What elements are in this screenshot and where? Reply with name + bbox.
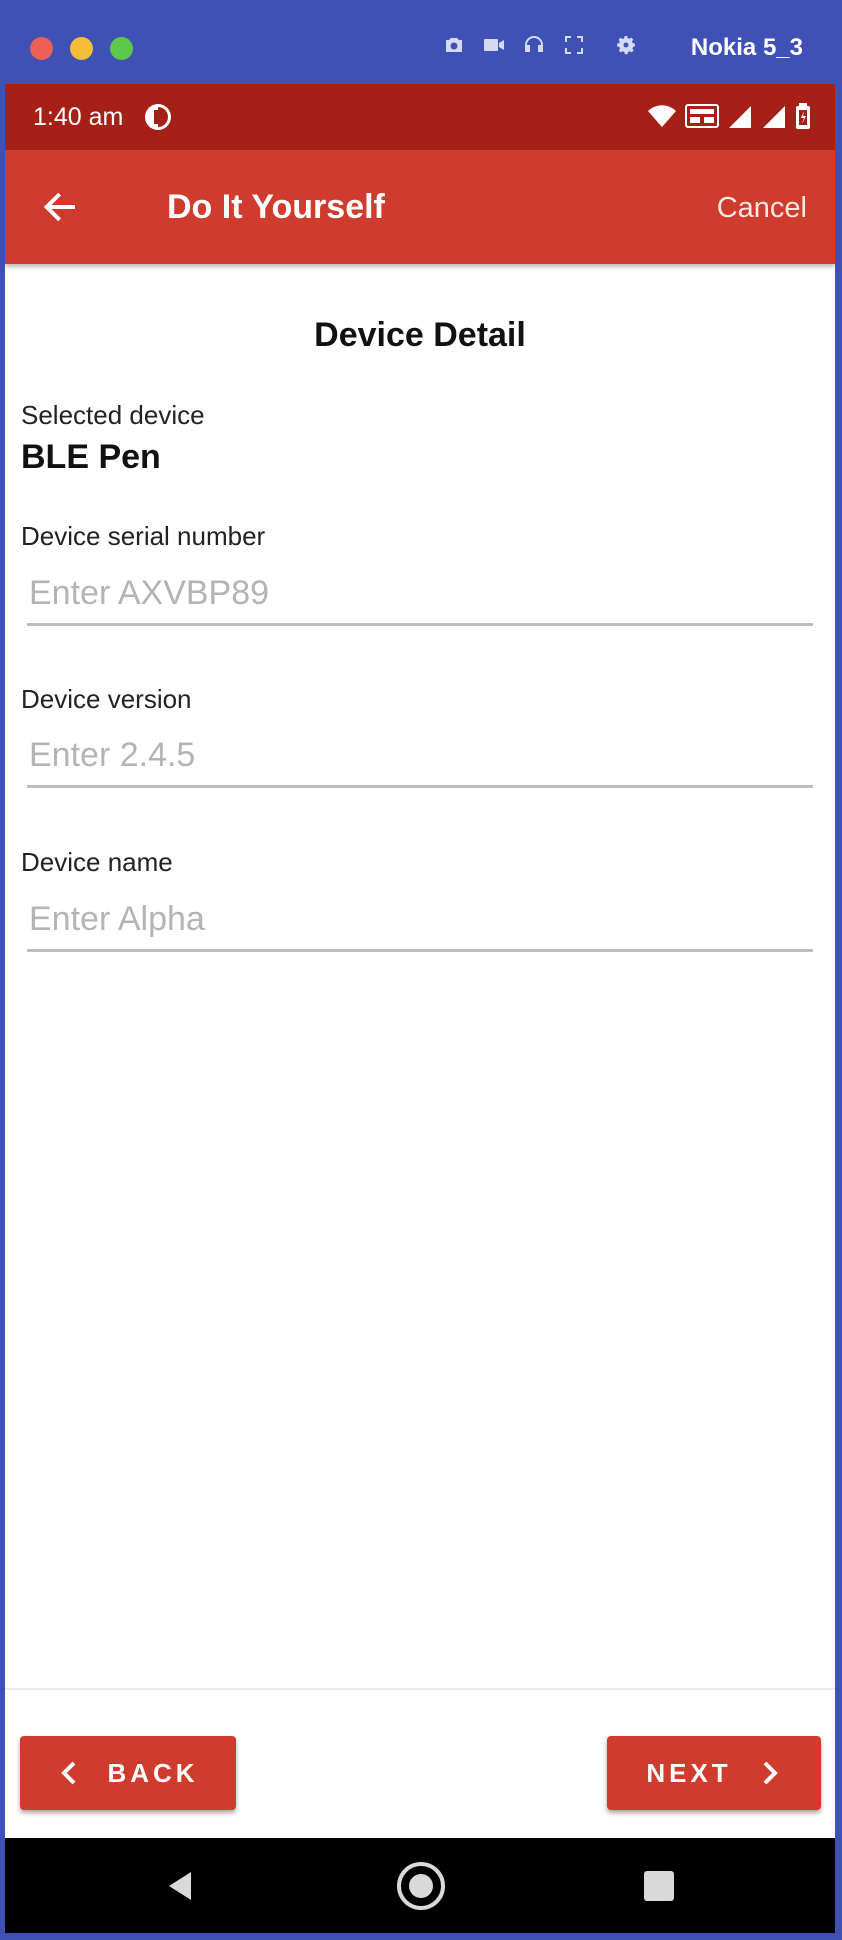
- device-version-label: Device version: [21, 684, 192, 714]
- next-button-label: NEXT: [646, 1757, 732, 1788]
- back-button-label: BACK: [107, 1757, 199, 1788]
- phone-screen: 1:40 am Do It Yourself Cancel Device Det…: [5, 84, 835, 1933]
- back-button[interactable]: BACK: [20, 1736, 236, 1810]
- chevron-left-icon: [61, 1761, 76, 1785]
- page-title: Device Detail: [314, 316, 526, 354]
- camera-icon[interactable]: [441, 32, 467, 58]
- battery-icon: [796, 103, 810, 129]
- device-version-input[interactable]: [27, 726, 813, 788]
- signal-icon: [763, 106, 785, 128]
- gear-icon[interactable]: [613, 32, 639, 58]
- emulator-toolbar: [441, 32, 639, 58]
- minimize-window-button[interactable]: [70, 36, 93, 60]
- emulator-title-bar: Nokia 5_3: [5, 12, 835, 84]
- nav-back-icon[interactable]: [155, 1860, 207, 1912]
- status-icons: [647, 102, 811, 130]
- serial-number-label: Device serial number: [21, 521, 266, 551]
- next-button[interactable]: NEXT: [607, 1736, 821, 1810]
- video-icon[interactable]: [481, 32, 507, 58]
- wifi-icon: [648, 105, 676, 127]
- selected-device-label: Selected device: [21, 400, 205, 430]
- back-arrow-icon[interactable]: [41, 188, 79, 226]
- maximize-window-button[interactable]: [110, 36, 133, 60]
- fullscreen-icon[interactable]: [561, 32, 587, 58]
- nav-home-icon[interactable]: [395, 1860, 447, 1912]
- window-controls: [30, 36, 133, 60]
- status-time: 1:40 am: [33, 102, 124, 131]
- headphones-icon[interactable]: [521, 32, 547, 58]
- cancel-button[interactable]: Cancel: [717, 192, 807, 225]
- app-title: Do It Yourself: [167, 188, 385, 226]
- device-name-label: Device name: [21, 847, 173, 877]
- emulator-window: Nokia 5_3 1:40 am Do It Yourself Cancel …: [0, 0, 842, 1940]
- chevron-right-icon: [763, 1761, 778, 1785]
- app-bar: Do It Yourself Cancel: [5, 150, 835, 264]
- nav-recents-icon[interactable]: [633, 1860, 685, 1912]
- device-name-input[interactable]: [27, 890, 813, 952]
- signal-icon: [729, 106, 751, 128]
- serial-number-input[interactable]: [27, 564, 813, 626]
- android-nav-bar: [5, 1838, 835, 1933]
- selected-device-value: BLE Pen: [21, 438, 161, 476]
- close-window-button[interactable]: [30, 36, 53, 60]
- status-bar: 1:40 am: [5, 84, 835, 150]
- volte-icon: [685, 104, 719, 128]
- emulator-device-name: Nokia 5_3: [690, 34, 803, 61]
- app-notification-icon: [145, 104, 172, 130]
- footer-divider: [5, 1688, 835, 1690]
